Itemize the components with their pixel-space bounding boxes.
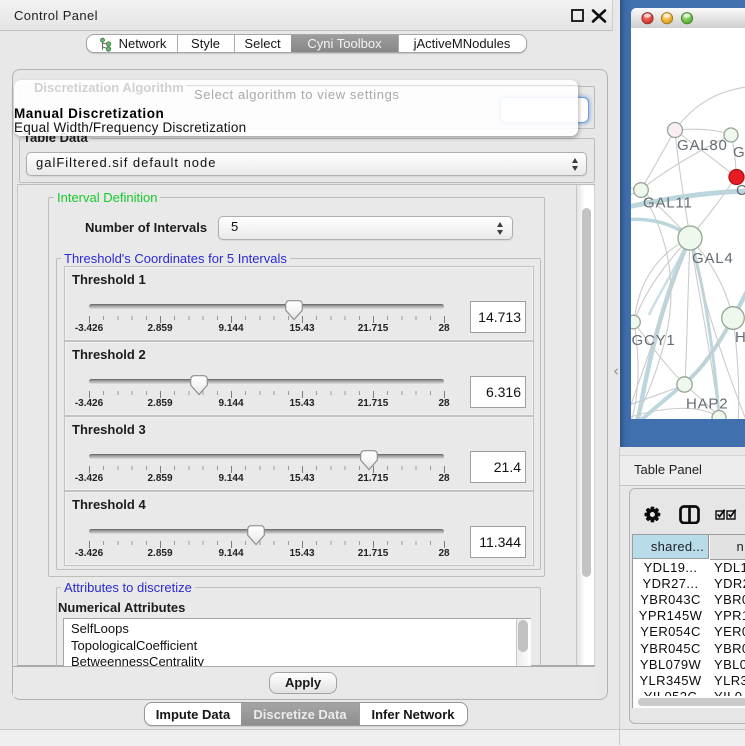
- svg-text:HAP2: HAP2: [686, 396, 728, 413]
- svg-text:C: C: [736, 182, 745, 199]
- svg-text:GAL11: GAL11: [643, 195, 693, 212]
- svg-text:H: H: [735, 329, 745, 346]
- svg-text:GCY1: GCY1: [632, 332, 676, 349]
- svg-text:GAL80: GAL80: [677, 137, 728, 154]
- svg-text:GAL4: GAL4: [692, 250, 734, 267]
- svg-text:GA: GA: [733, 144, 745, 161]
